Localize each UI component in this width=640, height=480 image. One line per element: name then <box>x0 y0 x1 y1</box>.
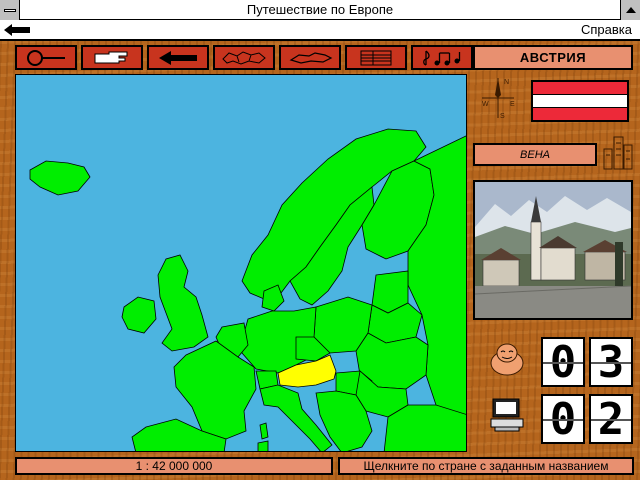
computer-icon <box>487 397 527 433</box>
flag-stripe-middle <box>533 94 627 108</box>
title-bar: Путешествие по Европе <box>0 0 640 20</box>
zoom-circle-icon <box>27 49 65 66</box>
game-panel: АВСТРИЯ N W E S ВЕНА 0 3 0 2 1: 42 000 … <box>0 41 640 480</box>
window-title: Путешествие по Европе <box>246 2 394 17</box>
compass-icon: N W E S <box>480 76 516 120</box>
help-menu[interactable]: Справка <box>581 22 632 37</box>
borders-button[interactable] <box>213 45 275 70</box>
svg-text:W: W <box>482 101 489 108</box>
list-lines-icon <box>360 50 392 65</box>
landmark-photo <box>473 180 633 320</box>
country-shape-icon <box>289 51 333 64</box>
map-outline-icon <box>222 50 266 65</box>
country-flag <box>531 80 629 122</box>
country-uk <box>157 254 209 352</box>
country-turkey <box>383 404 466 451</box>
country-ireland <box>121 296 157 334</box>
svg-text:S: S <box>500 113 505 120</box>
point-button[interactable] <box>81 45 143 70</box>
back-arrow-icon <box>2 22 32 37</box>
pointing-hand-icon <box>94 51 128 63</box>
back-button[interactable] <box>147 45 209 70</box>
island-sardinia <box>257 440 269 451</box>
player-score-digit-1: 0 <box>541 337 585 388</box>
flag-stripe-top <box>533 82 627 94</box>
instruction-text: Щелкните по стране с заданным названием <box>338 457 634 475</box>
maximize-button[interactable] <box>620 0 640 20</box>
country-button[interactable] <box>279 45 341 70</box>
europe-map[interactable] <box>15 74 467 452</box>
player-face-icon <box>487 341 527 377</box>
island-corsica <box>259 422 269 440</box>
back-menu-button[interactable] <box>2 22 34 37</box>
computer-score-counter: 0 2 <box>541 394 633 445</box>
computer-score-digit-1: 0 <box>541 394 585 445</box>
zoom-button[interactable] <box>15 45 77 70</box>
svg-text:E: E <box>510 101 515 108</box>
country-name-label: АВСТРИЯ <box>473 45 633 70</box>
map-scale: 1 : 42 000 000 <box>15 457 333 475</box>
computer-score-digit-2: 2 <box>589 394 633 445</box>
music-notes-icon <box>423 49 461 66</box>
music-button[interactable] <box>411 45 473 70</box>
europe-map-drawing <box>29 128 466 451</box>
left-arrow-icon <box>159 50 197 65</box>
flag-stripe-bottom <box>533 108 627 120</box>
menu-bar: Справка <box>0 20 640 40</box>
player-score-digit-2: 3 <box>589 337 633 388</box>
list-button[interactable] <box>345 45 407 70</box>
village-church-image <box>475 182 631 318</box>
system-menu-button[interactable] <box>0 0 20 20</box>
city-buildings-icon <box>602 133 634 171</box>
player-score-counter: 0 3 <box>541 337 633 388</box>
country-iceland <box>29 160 91 196</box>
toolbar <box>15 45 473 70</box>
svg-text:N: N <box>504 79 509 86</box>
capital-name-label: ВЕНА <box>473 143 597 166</box>
